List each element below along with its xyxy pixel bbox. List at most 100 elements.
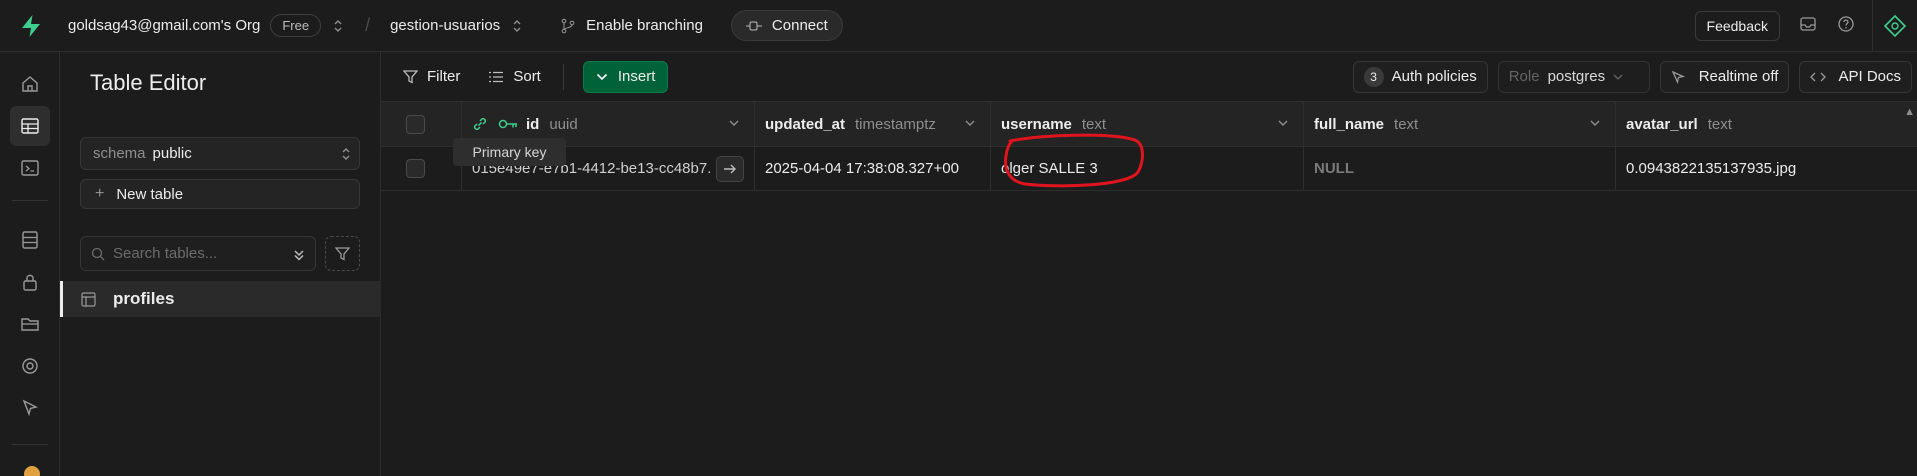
sql-editor-icon[interactable] xyxy=(10,148,50,188)
row-select-cell xyxy=(381,147,462,191)
new-table-button[interactable]: + New table xyxy=(80,179,360,209)
column-type: uuid xyxy=(549,115,578,133)
select-all-header xyxy=(381,102,462,147)
column-type: text xyxy=(1707,115,1732,133)
sort-button[interactable]: Sort xyxy=(488,68,541,85)
column-name: username xyxy=(1001,115,1072,133)
chevron-updown-icon xyxy=(333,18,343,34)
role-value: postgres xyxy=(1547,68,1606,85)
search-tables-field[interactable] xyxy=(80,236,316,271)
home-icon[interactable] xyxy=(10,64,50,104)
column-header-updated-at[interactable]: updated_at timestamptz xyxy=(755,102,991,147)
breadcrumb-separator: / xyxy=(365,15,371,35)
column-header-avatar-url[interactable]: avatar_url text ▲ xyxy=(1616,102,1917,147)
cursor-pointer-icon[interactable] xyxy=(10,388,50,428)
table-cell-updated-at[interactable]: 2025-04-04 17:38:08.327+00 xyxy=(755,147,991,191)
project-name: gestion-usuarios xyxy=(390,17,501,34)
chevron-down-icon[interactable] xyxy=(728,116,740,130)
chevron-updown-icon xyxy=(512,18,522,34)
auth-policies-label: Auth policies xyxy=(1391,68,1477,85)
filter-icon xyxy=(335,246,350,261)
inbox-icon[interactable] xyxy=(1800,16,1816,35)
column-name: updated_at xyxy=(765,115,846,133)
chevron-down-icon xyxy=(1613,74,1623,80)
role-label: Role xyxy=(1508,68,1540,85)
supabase-logo-icon[interactable] xyxy=(0,0,62,52)
schema-label: schema xyxy=(93,145,146,162)
realtime-icon[interactable] xyxy=(10,346,50,386)
assistant-icon[interactable] xyxy=(1873,14,1917,38)
schema-value: public xyxy=(152,145,192,162)
column-name: avatar_url xyxy=(1626,115,1698,133)
new-table-label: New table xyxy=(116,185,184,203)
plus-icon: + xyxy=(95,185,105,202)
scroll-up-arrow[interactable]: ▲ xyxy=(1904,106,1915,118)
sidebar-item-label: profiles xyxy=(113,289,175,308)
chevron-updown-icon xyxy=(341,146,351,166)
api-docs-button[interactable]: API Docs xyxy=(1799,60,1912,93)
column-type: text xyxy=(1081,115,1107,133)
storage-folder-icon[interactable] xyxy=(10,304,50,344)
arrow-right-icon xyxy=(724,164,736,174)
search-tables-input[interactable] xyxy=(113,245,283,262)
chevrons-down-icon[interactable] xyxy=(293,248,305,262)
key-icon xyxy=(498,119,517,129)
cell-value: 2025-04-04 17:38:08.327+00 xyxy=(765,160,959,177)
table-editor-icon[interactable] xyxy=(10,106,50,146)
org-name: goldsag43@gmail.com's Org xyxy=(68,17,261,34)
database-icon[interactable] xyxy=(10,220,50,260)
link-icon xyxy=(473,117,487,131)
auth-policies-button[interactable]: 3 Auth policies xyxy=(1352,60,1488,93)
policies-count-badge: 3 xyxy=(1363,66,1384,87)
filter-label: Filter xyxy=(427,68,461,85)
help-icon[interactable] xyxy=(1838,15,1854,36)
chevron-down-icon xyxy=(596,73,607,80)
chevron-down-icon[interactable] xyxy=(1277,116,1289,130)
column-name: id xyxy=(526,115,540,133)
code-icon xyxy=(1810,72,1827,81)
project-switcher[interactable]: gestion-usuarios xyxy=(390,17,522,34)
foreign-key-link-button[interactable] xyxy=(716,156,744,182)
realtime-toggle-button[interactable]: Realtime off xyxy=(1659,60,1790,93)
role-selector[interactable]: Role postgres xyxy=(1497,60,1650,93)
plan-badge: Free xyxy=(270,14,322,37)
primary-key-tooltip: Primary key xyxy=(453,138,566,166)
table-cell-full-name[interactable]: NULL xyxy=(1304,147,1616,191)
red-annotation-circle xyxy=(1004,133,1144,188)
feedback-button[interactable]: Feedback xyxy=(1694,10,1780,41)
select-all-checkbox[interactable] xyxy=(405,114,425,134)
table-editor-sidebar: Table Editor schema public + New table p… xyxy=(60,52,381,476)
cell-value: 0.0943822135137935.jpg xyxy=(1626,160,1797,177)
auth-lock-icon[interactable] xyxy=(10,262,50,302)
enable-branching-button[interactable]: Enable branching xyxy=(560,17,703,34)
connect-label: Connect xyxy=(771,17,828,34)
cursor-pointer-icon xyxy=(1671,70,1685,84)
git-branch-icon xyxy=(561,18,575,33)
sort-label: Sort xyxy=(513,68,541,85)
org-switcher[interactable]: goldsag43@gmail.com's Org Free xyxy=(68,14,343,37)
row-checkbox[interactable] xyxy=(405,159,425,178)
sidebar-item-profiles[interactable]: profiles xyxy=(60,281,381,317)
table-cell-avatar-url[interactable]: 0.0943822135137935.jpg xyxy=(1616,147,1917,191)
realtime-label: Realtime off xyxy=(1698,68,1779,85)
api-docs-label: API Docs xyxy=(1838,68,1901,85)
schema-selector[interactable]: schema public xyxy=(80,137,360,170)
filter-button[interactable]: Filter xyxy=(403,68,460,85)
grid-toolbar: Filter Sort Insert 3 Auth policies Role … xyxy=(381,52,1917,102)
filter-icon xyxy=(403,69,418,84)
left-nav-rail xyxy=(0,52,60,476)
top-bar: goldsag43@gmail.com's Org Free / gestion… xyxy=(0,0,1917,52)
insert-button[interactable]: Insert xyxy=(582,60,669,93)
column-type: timestamptz xyxy=(855,115,936,133)
chevron-down-icon[interactable] xyxy=(1589,116,1601,130)
column-type: text xyxy=(1394,115,1419,133)
column-header-full-name[interactable]: full_name text xyxy=(1304,102,1616,147)
chevron-down-icon[interactable] xyxy=(964,116,976,130)
toolbar-divider xyxy=(562,63,564,90)
sidebar-title: Table Editor xyxy=(90,70,207,95)
avatar[interactable] xyxy=(24,466,40,476)
search-icon xyxy=(91,247,105,260)
sort-list-icon xyxy=(489,71,504,82)
filter-tables-button[interactable] xyxy=(325,236,360,271)
connect-button[interactable]: Connect xyxy=(730,10,843,41)
